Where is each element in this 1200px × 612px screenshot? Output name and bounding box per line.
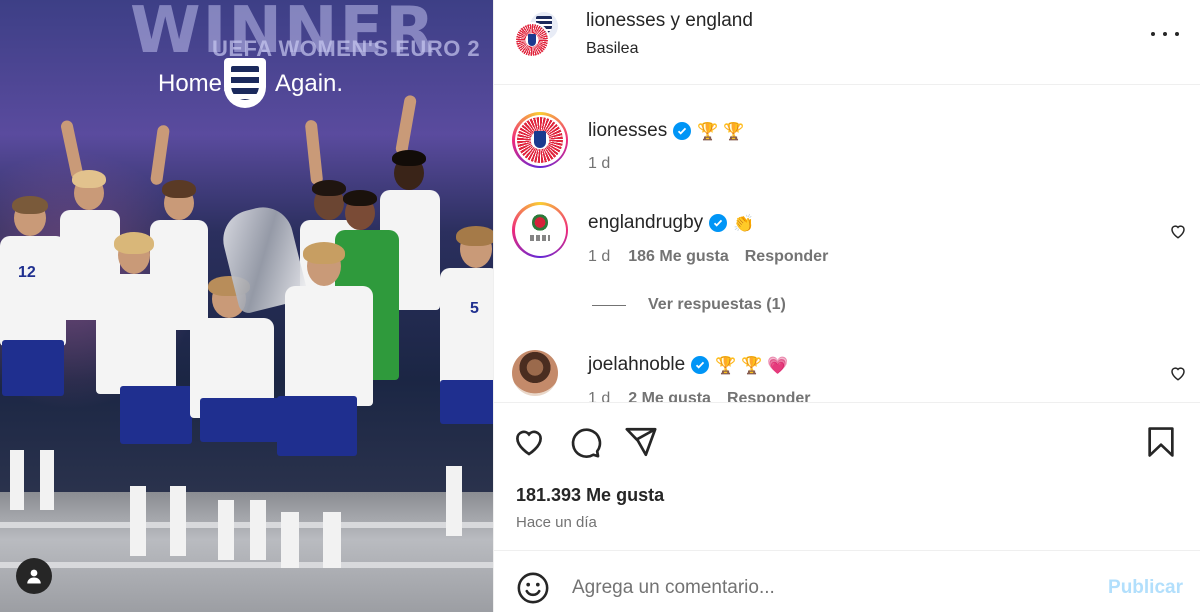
england-crest-icon [224, 58, 266, 108]
comment-likes[interactable]: 2 Me gusta [628, 390, 711, 402]
jersey-number: 12 [18, 264, 36, 281]
heart-icon[interactable] [512, 425, 546, 459]
photo-stage [0, 492, 493, 612]
post-header: lionesses y england Basilea [494, 0, 1200, 85]
instagram-post: WINNER UEFA WOMEN'S EURO 2 Home. Again. [0, 0, 1200, 612]
post-likes-count[interactable]: 181.393 Me gusta [516, 485, 664, 506]
comment-time[interactable]: 1 d [588, 155, 610, 172]
author-connector: y [665, 10, 686, 31]
comment-input[interactable] [572, 573, 1092, 603]
verified-badge-icon [673, 122, 692, 140]
more-horizontal-icon [1151, 32, 1155, 36]
comment-time[interactable]: 1 d [588, 248, 610, 265]
comments-list[interactable]: lionesses 🏆 🏆 1 d englandrugby 👏 1 d 186… [494, 86, 1200, 402]
comment-meta: 1 d [588, 155, 610, 173]
emoji-icon[interactable] [516, 571, 550, 605]
view-replies-button[interactable]: Ver respuestas (1) [592, 296, 786, 314]
replies-divider-line [592, 304, 626, 306]
collab-avatars[interactable] [514, 10, 564, 60]
post-side-panel: lionesses y england Basilea lionesses 🏆 … [493, 0, 1200, 612]
post-photo[interactable]: WINNER UEFA WOMEN'S EURO 2 Home. Again. [0, 0, 493, 612]
author-link-lionesses[interactable]: lionesses [586, 10, 665, 31]
comment-avatar[interactable] [512, 350, 558, 396]
comment-meta: 1 d 186 Me gusta Responder [588, 248, 828, 266]
stage-step-line [0, 522, 493, 528]
share-icon[interactable] [624, 425, 658, 459]
comment-username[interactable]: joelahnoble [588, 354, 685, 376]
post-authors: lionesses y england [586, 10, 753, 32]
jersey-number: 5 [470, 300, 479, 317]
more-options-button[interactable] [1151, 22, 1179, 46]
comment-icon[interactable] [568, 425, 602, 459]
comment-like-heart-icon[interactable] [1169, 222, 1187, 240]
post-actions: 181.393 Me gusta Hace un día [494, 402, 1200, 550]
comment-header: lionesses 🏆 🏆 [588, 120, 744, 142]
comment-text: 🏆 🏆 💗 [715, 355, 789, 375]
reply-button[interactable]: Responder [727, 390, 811, 402]
avatar-lionesses[interactable] [514, 22, 550, 58]
comment-time[interactable]: 1 d [588, 390, 610, 402]
user-tag-button[interactable] [16, 558, 52, 594]
photo-slogan-again: Again. [275, 70, 344, 97]
photo-slogan-home: Home. [158, 70, 229, 97]
comment-likes[interactable]: 186 Me gusta [628, 248, 728, 265]
publish-button[interactable]: Publicar [1108, 577, 1183, 599]
comment-meta: 1 d 2 Me gusta Responder [588, 390, 811, 402]
comment-avatar[interactable] [512, 112, 568, 168]
comment-avatar[interactable] [512, 202, 568, 258]
comment-text: 🏆 🏆 [697, 121, 745, 141]
add-comment-bar: Publicar [494, 550, 1200, 612]
user-icon [27, 569, 41, 584]
verified-badge-icon [691, 356, 710, 374]
post-location[interactable]: Basilea [586, 40, 638, 58]
view-replies-label: Ver respuestas (1) [648, 296, 786, 313]
author-link-england[interactable]: england [685, 10, 753, 31]
comment-header: joelahnoble 🏆 🏆 💗 [588, 354, 788, 376]
reply-button[interactable]: Responder [745, 248, 829, 265]
comment-text: 👏 [733, 213, 755, 233]
comment-like-heart-icon[interactable] [1169, 364, 1187, 382]
bookmark-icon[interactable] [1144, 425, 1178, 459]
stage-step-line [0, 562, 493, 568]
comment-username[interactable]: lionesses [588, 120, 667, 142]
post-timestamp[interactable]: Hace un día [516, 514, 597, 531]
comment-header: englandrugby 👏 [588, 212, 754, 234]
comment-username[interactable]: englandrugby [588, 212, 703, 234]
verified-badge-icon [709, 214, 728, 232]
